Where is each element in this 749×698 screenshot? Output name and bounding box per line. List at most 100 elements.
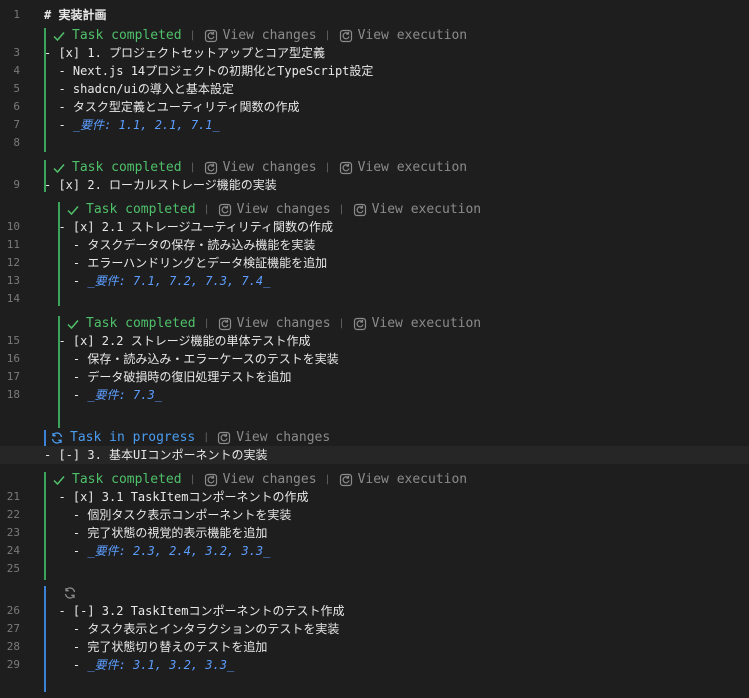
sync-icon: [64, 587, 76, 599]
line-number: 15: [6, 334, 20, 347]
list-item: - Next.js 14プロジェクトの初期化とTypeScript設定: [44, 64, 374, 78]
line-number: 1: [13, 8, 20, 21]
line-number: 27: [6, 622, 20, 635]
line-number: 21: [6, 490, 20, 503]
separator: |: [189, 474, 196, 485]
check-icon: [53, 476, 65, 486]
list-item: - タスク型定義とユーティリティ関数の作成: [44, 100, 300, 114]
view-execution-link[interactable]: View execution: [353, 315, 482, 333]
line-number: 17: [6, 370, 20, 383]
view-changes-label: View changes: [222, 160, 317, 175]
task-in-progress-label: Task in progress: [70, 430, 196, 445]
list-item: - タスクデータの保存・読み込み機能を実装: [44, 238, 316, 252]
separator: |: [189, 30, 196, 41]
task-line: - [x] 2.1 ストレージユーティリティ関数の作成: [44, 220, 334, 234]
task-completed-label: Task completed: [72, 28, 182, 43]
task-line-current: - [-] 3. 基本UIコンポーネントの実装: [0, 446, 749, 464]
list-item: - データ破損時の復旧処理テストを追加: [44, 370, 292, 384]
line-number: 25: [6, 562, 20, 575]
view-execution-link[interactable]: View execution: [339, 27, 468, 45]
separator: |: [189, 162, 196, 173]
list-item: - タスク表示とインタラクションのテストを実装: [44, 622, 340, 636]
task-completed-status: Task completed: [52, 27, 182, 45]
requirement-text: _要件: 3.1, 3.2, 3.3_: [87, 658, 235, 672]
line-number: 3: [13, 46, 20, 59]
separator: |: [203, 204, 210, 215]
view-changes-link[interactable]: View changes: [218, 201, 331, 219]
refresh-icon: [204, 473, 217, 487]
line-number: 28: [6, 640, 20, 653]
separator: |: [338, 318, 345, 329]
view-execution-label: View execution: [371, 202, 482, 217]
task-line: - [-] 3.2 TaskItemコンポーネントのテスト作成: [44, 604, 345, 618]
view-changes-link[interactable]: View changes: [217, 429, 330, 447]
line-number: 22: [6, 508, 20, 521]
task-completed-status: Task completed: [52, 471, 182, 489]
task-in-progress-status: Task in progress: [50, 429, 195, 447]
line-number: 24: [6, 544, 20, 557]
view-changes-link[interactable]: View changes: [204, 27, 317, 45]
view-execution-label: View execution: [371, 316, 482, 331]
view-changes-link[interactable]: View changes: [204, 159, 317, 177]
view-changes-link[interactable]: View changes: [218, 315, 331, 333]
task-line: - [x] 3.1 TaskItemコンポーネントの作成: [44, 490, 309, 504]
task-codelens: Task in progress | View changes: [50, 429, 330, 447]
refresh-icon: [339, 473, 352, 487]
check-icon: [67, 206, 79, 216]
view-changes-link[interactable]: View changes: [204, 471, 317, 489]
refresh-icon: [204, 29, 217, 43]
line-number: 10: [6, 220, 20, 233]
line-number: 9: [13, 178, 20, 191]
separator: |: [324, 162, 331, 173]
line-number: 7: [13, 118, 20, 131]
task-line: - [x] 1. プロジェクトセットアップとコア型定義: [44, 46, 326, 60]
requirement-text: _要件: 7.1, 7.2, 7.3, 7.4_: [87, 274, 271, 288]
task-codelens: Task completed | View changes | View exe…: [66, 315, 481, 333]
refresh-icon: [339, 29, 352, 43]
separator: |: [324, 474, 331, 485]
requirement-line: - _要件: 7.1, 7.2, 7.3, 7.4_: [44, 272, 270, 290]
requirement-line: - _要件: 2.3, 2.4, 3.2, 3.3_: [44, 542, 270, 560]
line-number: 12: [6, 256, 20, 269]
view-changes-label: View changes: [222, 28, 317, 43]
line-number: 26: [6, 604, 20, 617]
list-prefix: -: [44, 274, 88, 288]
line-number-gutter: 1 3 4 5 6 7 8 9 10 11 12 13 14 15 16 17 …: [0, 0, 42, 698]
line-number: 4: [13, 64, 20, 77]
view-execution-label: View execution: [357, 28, 468, 43]
refresh-icon: [353, 317, 366, 331]
task-line: - [x] 2. ローカルストレージ機能の実装: [44, 178, 277, 192]
list-item: - 保存・読み込み・エラーケースのテストを実装: [44, 352, 339, 366]
requirement-text: _要件: 7.3_: [87, 388, 162, 402]
line-number: 6: [13, 100, 20, 113]
list-item: - 個別タスク表示コンポーネントを実装: [44, 508, 292, 522]
view-changes-label: View changes: [222, 472, 317, 487]
check-icon: [53, 164, 65, 174]
list-prefix: -: [44, 388, 88, 402]
requirement-text: _要件: 2.3, 2.4, 3.2, 3.3_: [87, 544, 271, 558]
task-codelens: Task completed | View changes | View exe…: [52, 159, 467, 177]
refresh-icon: [218, 431, 231, 445]
task-line: - [x] 2.2 ストレージ機能の単体テスト作成: [44, 334, 311, 348]
task-codelens: Task completed | View changes | View exe…: [52, 471, 467, 489]
view-execution-link[interactable]: View execution: [339, 471, 467, 489]
requirement-line: - _要件: 1.1, 2.1, 7.1_: [44, 116, 219, 134]
task-completed-label: Task completed: [72, 160, 182, 175]
view-execution-link[interactable]: View execution: [353, 201, 482, 219]
line-number: 14: [6, 292, 20, 305]
list-prefix: -: [44, 118, 73, 132]
view-execution-label: View execution: [357, 160, 468, 175]
task-completed-label: Task completed: [72, 472, 182, 487]
check-icon: [53, 32, 65, 42]
task-codelens: Task completed | View changes | View exe…: [66, 201, 481, 219]
refresh-icon: [339, 161, 352, 175]
list-item: - shadcn/uiの導入と基本設定: [44, 82, 234, 96]
view-changes-label: View changes: [236, 316, 331, 331]
line-number: 23: [6, 526, 20, 539]
list-item: - エラーハンドリングとデータ検証機能を追加: [44, 256, 328, 270]
task-completed-status: Task completed: [66, 315, 196, 333]
heading-line: # 実装計画: [44, 8, 107, 22]
task-codelens: Task completed | View changes | View exe…: [52, 27, 467, 45]
view-execution-link[interactable]: View execution: [339, 159, 468, 177]
separator: |: [324, 30, 331, 41]
